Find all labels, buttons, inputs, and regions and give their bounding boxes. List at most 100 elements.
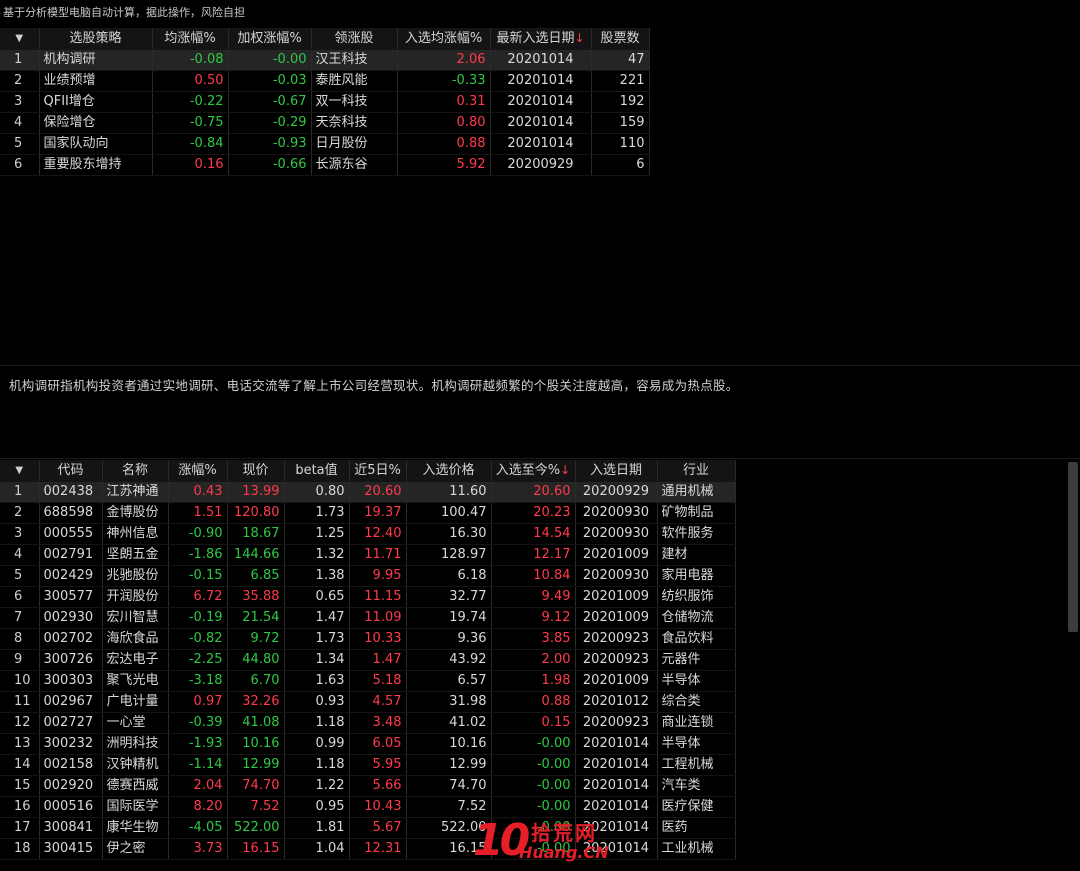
stock-code: 002438 (39, 481, 103, 503)
industry: 家用电器 (657, 565, 736, 587)
stock-row[interactable]: 11 002967 广电计量 0.97 32.26 0.93 4.57 31.98 0.88 20… (0, 691, 736, 713)
strategy-header-row: ▼ 选股策略 均涨幅% 加权涨幅% 领涨股 入选均涨幅% 最新入选日期↓ 股票数 (0, 28, 650, 50)
col-beta[interactable]: beta值 (284, 460, 350, 482)
current-price: 12.99 (227, 754, 285, 776)
selected-date: 20201009 (575, 670, 658, 692)
leader-stock: 泰胜风能 (311, 70, 398, 92)
selected-price: 19.74 (406, 607, 492, 629)
strategy-row[interactable]: 5 国家队动向 -0.84 -0.93 日月股份 0.88 20201014 110 (0, 133, 650, 155)
five-day-pct: 11.09 (349, 607, 407, 629)
col-latest-date[interactable]: 最新入选日期↓ (490, 28, 592, 50)
selected-avg-change: 0.31 (397, 91, 491, 113)
selected-date: 20201009 (575, 544, 658, 566)
stock-row[interactable]: 17 300841 康华生物 -4.05 522.00 1.81 5.67 522.00 -0.… (0, 817, 736, 839)
stock-row[interactable]: 9 300726 宏达电子 -2.25 44.80 1.34 1.47 43.92 2.00 20… (0, 649, 736, 671)
stock-code: 300232 (39, 733, 103, 755)
since-selected-pct: 0.15 (491, 712, 576, 734)
selected-avg-change: 2.06 (397, 49, 491, 71)
industry: 半导体 (657, 733, 736, 755)
col-5day[interactable]: 近5日% (349, 460, 407, 482)
five-day-pct: 12.31 (349, 838, 407, 860)
industry: 元器件 (657, 649, 736, 671)
stock-row[interactable]: 15 002920 德赛西威 2.04 74.70 1.22 5.66 74.70 -0.00 2… (0, 775, 736, 797)
selected-avg-change: 0.88 (397, 133, 491, 155)
col-change[interactable]: 涨幅% (168, 460, 228, 482)
stock-row[interactable]: 16 000516 国际医学 8.20 7.52 0.95 10.43 7.52 -0.00 20… (0, 796, 736, 818)
col-selected-avg[interactable]: 入选均涨幅% (397, 28, 491, 50)
row-index: 10 (0, 670, 40, 692)
current-price: 18.67 (227, 523, 285, 545)
row-index: 5 (0, 565, 40, 587)
col-stock-count[interactable]: 股票数 (591, 28, 650, 50)
current-price: 21.54 (227, 607, 285, 629)
stock-row[interactable]: 14 002158 汉钟精机 -1.14 12.99 1.18 5.95 12.99 -0.00… (0, 754, 736, 776)
stock-row[interactable]: 10 300303 聚飞光电 -3.18 6.70 1.63 5.18 6.57 1.98 202… (0, 670, 736, 692)
current-price: 120.80 (227, 502, 285, 524)
industry: 综合类 (657, 691, 736, 713)
stock-row[interactable]: 12 002727 一心堂 -0.39 41.08 1.18 3.48 41.02 0.15 20… (0, 712, 736, 734)
change-pct: 3.73 (168, 838, 228, 860)
change-pct: -0.90 (168, 523, 228, 545)
col-industry[interactable]: 行业 (657, 460, 736, 482)
stock-code: 002429 (39, 565, 103, 587)
column-menu-icon[interactable]: ▼ (0, 460, 40, 482)
since-selected-pct: 1.98 (491, 670, 576, 692)
since-selected-pct: 20.60 (491, 481, 576, 503)
stock-row[interactable]: 3 000555 神州信息 -0.90 18.67 1.25 12.40 16.30 14.54… (0, 523, 736, 545)
selected-date: 20201014 (575, 754, 658, 776)
stock-row[interactable]: 7 002930 宏川智慧 -0.19 21.54 1.47 11.09 19.74 9.12 2… (0, 607, 736, 629)
col-leader[interactable]: 领涨股 (311, 28, 398, 50)
stock-row[interactable]: 5 002429 兆驰股份 -0.15 6.85 1.38 9.95 6.18 10.84 202… (0, 565, 736, 587)
stock-row[interactable]: 8 002702 海欣食品 -0.82 9.72 1.73 10.33 9.36 3.85 202… (0, 628, 736, 650)
change-pct: -3.18 (168, 670, 228, 692)
stock-row[interactable]: 6 300577 开润股份 6.72 35.88 0.65 11.15 32.77 9.49 20… (0, 586, 736, 608)
latest-date: 20201014 (490, 70, 592, 92)
vertical-scrollbar[interactable] (1068, 462, 1078, 632)
stock-table[interactable]: ▼ 代码 名称 涨幅% 现价 beta值 近5日% 入选价格 入选至今%↓ 入选… (0, 460, 736, 860)
col-price[interactable]: 现价 (227, 460, 285, 482)
strategy-table[interactable]: ▼ 选股策略 均涨幅% 加权涨幅% 领涨股 入选均涨幅% 最新入选日期↓ 股票数… (0, 28, 650, 176)
five-day-pct: 10.43 (349, 796, 407, 818)
col-name[interactable]: 名称 (102, 460, 169, 482)
current-price: 44.80 (227, 649, 285, 671)
col-code[interactable]: 代码 (39, 460, 103, 482)
stock-name: 江苏神通 (102, 481, 169, 503)
stock-row[interactable]: 1 002438 江苏神通 0.43 13.99 0.80 20.60 11.60 20.60 2… (0, 481, 736, 503)
col-since-selected[interactable]: 入选至今%↓ (491, 460, 576, 482)
stock-name: 洲明科技 (102, 733, 169, 755)
stock-name: 神州信息 (102, 523, 169, 545)
change-pct: -0.19 (168, 607, 228, 629)
stock-code: 002727 (39, 712, 103, 734)
weighted-change: -0.66 (228, 154, 312, 176)
stock-row[interactable]: 4 002791 坚朗五金 -1.86 144.66 1.32 11.71 128.97 12.… (0, 544, 736, 566)
risk-notice: 基于分析模型电脑自动计算，据此操作，风险自担 (3, 6, 245, 19)
row-index: 11 (0, 691, 40, 713)
column-menu-icon[interactable]: ▼ (0, 28, 40, 50)
col-strategy[interactable]: 选股策略 (39, 28, 153, 50)
col-selected-date[interactable]: 入选日期 (575, 460, 658, 482)
stock-code: 000555 (39, 523, 103, 545)
row-index: 1 (0, 481, 40, 503)
stock-row[interactable]: 18 300415 伊之密 3.73 16.15 1.04 12.31 16.15 -0.00 2… (0, 838, 736, 860)
stock-name: 坚朗五金 (102, 544, 169, 566)
col-avg-change[interactable]: 均涨幅% (152, 28, 229, 50)
beta-value: 0.65 (284, 586, 350, 608)
strategy-name: QFII增仓 (39, 91, 153, 113)
change-pct: 6.72 (168, 586, 228, 608)
avg-change: 0.16 (152, 154, 229, 176)
strategy-row[interactable]: 3 QFII增仓 -0.22 -0.67 双一科技 0.31 20201014 192 (0, 91, 650, 113)
stock-name: 伊之密 (102, 838, 169, 860)
stock-code: 300726 (39, 649, 103, 671)
strategy-row[interactable]: 6 重要股东增持 0.16 -0.66 长源东谷 5.92 20200929 6 (0, 154, 650, 176)
strategy-row[interactable]: 1 机构调研 -0.08 -0.00 汉王科技 2.06 20201014 47 (0, 49, 650, 71)
stock-code: 300841 (39, 817, 103, 839)
strategy-row[interactable]: 2 业绩预增 0.50 -0.03 泰胜风能 -0.33 20201014 221 (0, 70, 650, 92)
five-day-pct: 5.95 (349, 754, 407, 776)
col-selected-price[interactable]: 入选价格 (406, 460, 492, 482)
since-selected-pct: 9.49 (491, 586, 576, 608)
strategy-row[interactable]: 4 保险增仓 -0.75 -0.29 天奈科技 0.80 20201014 159 (0, 112, 650, 134)
stock-row[interactable]: 2 688598 金博股份 1.51 120.80 1.73 19.37 100.47 20.2… (0, 502, 736, 524)
col-weighted-change[interactable]: 加权涨幅% (228, 28, 312, 50)
stock-row[interactable]: 13 300232 洲明科技 -1.93 10.16 0.99 6.05 10.16 -0.00… (0, 733, 736, 755)
stock-table-body: 1 002438 江苏神通 0.43 13.99 0.80 20.60 11.60 20.60 2… (0, 481, 736, 860)
